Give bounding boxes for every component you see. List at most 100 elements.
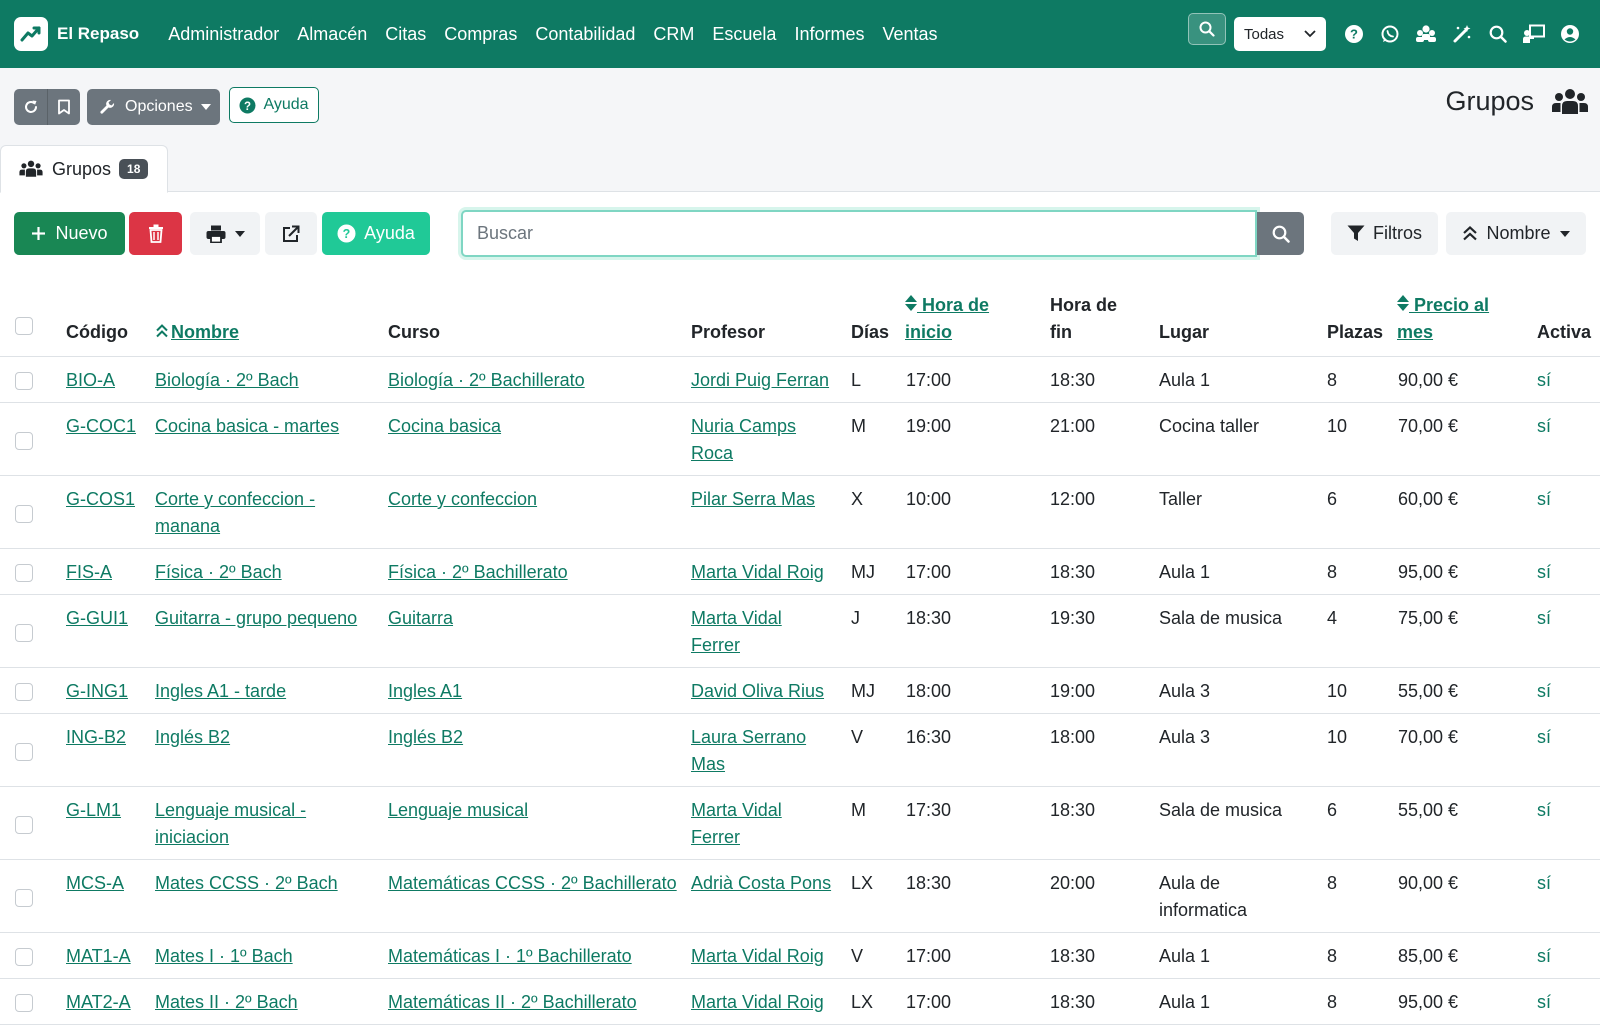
select-all-checkbox[interactable] [15, 317, 33, 335]
search-icon[interactable] [1480, 16, 1516, 52]
cell-nombre[interactable]: Biología · 2º Bach [155, 367, 299, 394]
row-checkbox[interactable] [15, 683, 33, 701]
cell-activa-text[interactable]: sí [1537, 946, 1551, 966]
cell-curso[interactable]: Lenguaje musical [388, 797, 528, 824]
nav-search-button[interactable] [1188, 13, 1226, 45]
cell-activa[interactable]: sí [1537, 367, 1551, 394]
cell-profesor-line[interactable]: Marta Vidal [691, 800, 782, 820]
cell-profesor-line[interactable]: Adrià Costa Pons [691, 873, 831, 893]
cell-codigo-text[interactable]: MAT2-A [66, 992, 131, 1012]
menu-contabilidad[interactable]: Contabilidad [535, 24, 635, 45]
cell-nombre[interactable]: Mates CCSS · 2º Bach [155, 870, 338, 897]
company-select[interactable]: Todas [1234, 17, 1326, 51]
cell-curso-text[interactable]: Biología · 2º Bachillerato [388, 370, 585, 390]
chalkboard-teacher-icon[interactable] [1516, 16, 1552, 52]
cell-curso-text[interactable]: Matemáticas I · 1º Bachillerato [388, 946, 632, 966]
cell-codigo[interactable]: MCS-A [66, 870, 124, 897]
cell-activa[interactable]: sí [1537, 989, 1551, 1016]
cell-curso[interactable]: Corte y confeccion [388, 486, 537, 513]
cell-curso[interactable]: Matemáticas I · 1º Bachillerato [388, 943, 632, 970]
table-row[interactable]: MAT2-A Mates II · 2º Bach Matemáticas II ·… [0, 979, 1600, 1025]
cell-activa[interactable]: sí [1537, 943, 1551, 970]
cell-codigo[interactable]: MAT1-A [66, 943, 131, 970]
table-row[interactable]: FIS-A Física · 2º Bach Física · 2º Bachill… [0, 549, 1600, 595]
cell-nombre-line[interactable]: iniciacion [155, 827, 229, 847]
search-input[interactable] [461, 210, 1257, 257]
row-checkbox[interactable] [15, 948, 33, 966]
cell-nombre-line[interactable]: manana [155, 516, 220, 536]
cell-nombre[interactable]: Física · 2º Bach [155, 559, 282, 586]
cell-curso-text[interactable]: Cocina basica [388, 416, 501, 436]
cell-profesor-line[interactable]: Marta Vidal Roig [691, 562, 824, 582]
cell-curso-text[interactable]: Física · 2º Bachillerato [388, 562, 568, 582]
cell-nombre-line[interactable]: Biología · 2º Bach [155, 370, 299, 390]
cell-profesor[interactable]: Marta Vidal Ferrer [691, 605, 782, 659]
menu-ventas[interactable]: Ventas [882, 24, 937, 45]
row-checkbox[interactable] [15, 994, 33, 1012]
cell-activa-text[interactable]: sí [1537, 489, 1551, 509]
row-checkbox[interactable] [15, 816, 33, 834]
cell-activa[interactable]: sí [1537, 413, 1551, 440]
cell-curso[interactable]: Biología · 2º Bachillerato [388, 367, 585, 394]
options-dropdown-button[interactable]: Opciones [87, 89, 220, 125]
table-row[interactable]: G-GUI1 Guitarra - grupo pequeno Guitarra Ma… [0, 595, 1600, 668]
cell-codigo[interactable]: ING-B2 [66, 724, 126, 751]
cell-profesor[interactable]: Jordi Puig Ferran [691, 367, 829, 394]
cell-profesor[interactable]: Nuria Camps Roca [691, 413, 796, 467]
cell-curso[interactable]: Cocina basica [388, 413, 501, 440]
cell-codigo-text[interactable]: MCS-A [66, 873, 124, 893]
cell-nombre[interactable]: Cocina basica - martes [155, 413, 339, 440]
cell-curso-text[interactable]: Corte y confeccion [388, 489, 537, 509]
cell-nombre[interactable]: Guitarra - grupo pequeno [155, 605, 357, 632]
magic-wand-icon[interactable] [1444, 16, 1480, 52]
cell-curso-text[interactable]: Inglés B2 [388, 727, 463, 747]
cell-nombre-line[interactable]: Mates I · 1º Bach [155, 946, 293, 966]
cell-activa-text[interactable]: sí [1537, 608, 1551, 628]
cell-activa[interactable]: sí [1537, 678, 1551, 705]
cell-codigo-text[interactable]: G-LM1 [66, 800, 121, 820]
table-row[interactable]: G-ING1 Ingles A1 - tarde Ingles A1 David Ol… [0, 668, 1600, 714]
cell-codigo[interactable]: MAT2-A [66, 989, 131, 1016]
users-cog-icon[interactable] [1408, 16, 1444, 52]
cell-profesor[interactable]: Pilar Serra Mas [691, 486, 815, 513]
cell-nombre-line[interactable]: Mates II · 2º Bach [155, 992, 298, 1012]
row-checkbox[interactable] [15, 505, 33, 523]
cell-curso[interactable]: Guitarra [388, 605, 453, 632]
row-checkbox[interactable] [15, 743, 33, 761]
cell-nombre[interactable]: Inglés B2 [155, 724, 230, 751]
cell-nombre-line[interactable]: Guitarra - grupo pequeno [155, 608, 357, 628]
row-checkbox[interactable] [15, 432, 33, 450]
delete-button[interactable] [129, 212, 182, 255]
cell-codigo-text[interactable]: MAT1-A [66, 946, 131, 966]
cell-profesor-line[interactable]: Ferrer [691, 827, 740, 847]
cell-curso[interactable]: Inglés B2 [388, 724, 463, 751]
cell-profesor-line[interactable]: Roca [691, 443, 733, 463]
cell-codigo[interactable]: G-ING1 [66, 678, 128, 705]
cell-profesor-line[interactable]: Ferrer [691, 635, 740, 655]
sort-dropdown-button[interactable]: Nombre [1446, 212, 1586, 255]
cell-codigo-text[interactable]: BIO-A [66, 370, 115, 390]
cell-codigo-text[interactable]: G-COC1 [66, 416, 136, 436]
cell-codigo[interactable]: G-GUI1 [66, 605, 128, 632]
refresh-button[interactable] [14, 89, 47, 125]
cell-profesor-line[interactable]: Nuria Camps [691, 416, 796, 436]
cell-activa-text[interactable]: sí [1537, 873, 1551, 893]
question-circle-icon[interactable]: ? [1336, 16, 1372, 52]
cell-activa[interactable]: sí [1537, 797, 1551, 824]
print-dropdown-button[interactable] [190, 212, 260, 255]
user-circle-icon[interactable] [1552, 16, 1588, 52]
cell-codigo[interactable]: G-LM1 [66, 797, 121, 824]
cell-codigo-text[interactable]: G-COS1 [66, 489, 135, 509]
cell-profesor[interactable]: David Oliva Rius [691, 678, 824, 705]
menu-compras[interactable]: Compras [444, 24, 517, 45]
cell-curso-text[interactable]: Lenguaje musical [388, 800, 528, 820]
cell-profesor[interactable]: Marta Vidal Roig [691, 943, 824, 970]
help-button[interactable]: ? Ayuda [322, 212, 430, 255]
cell-profesor[interactable]: Marta Vidal Roig [691, 559, 824, 586]
cell-activa[interactable]: sí [1537, 486, 1551, 513]
whatsapp-icon[interactable] [1372, 16, 1408, 52]
brand-link[interactable]: El Repaso [14, 17, 139, 51]
cell-activa-text[interactable]: sí [1537, 562, 1551, 582]
row-checkbox[interactable] [15, 372, 33, 390]
cell-codigo[interactable]: BIO-A [66, 367, 115, 394]
